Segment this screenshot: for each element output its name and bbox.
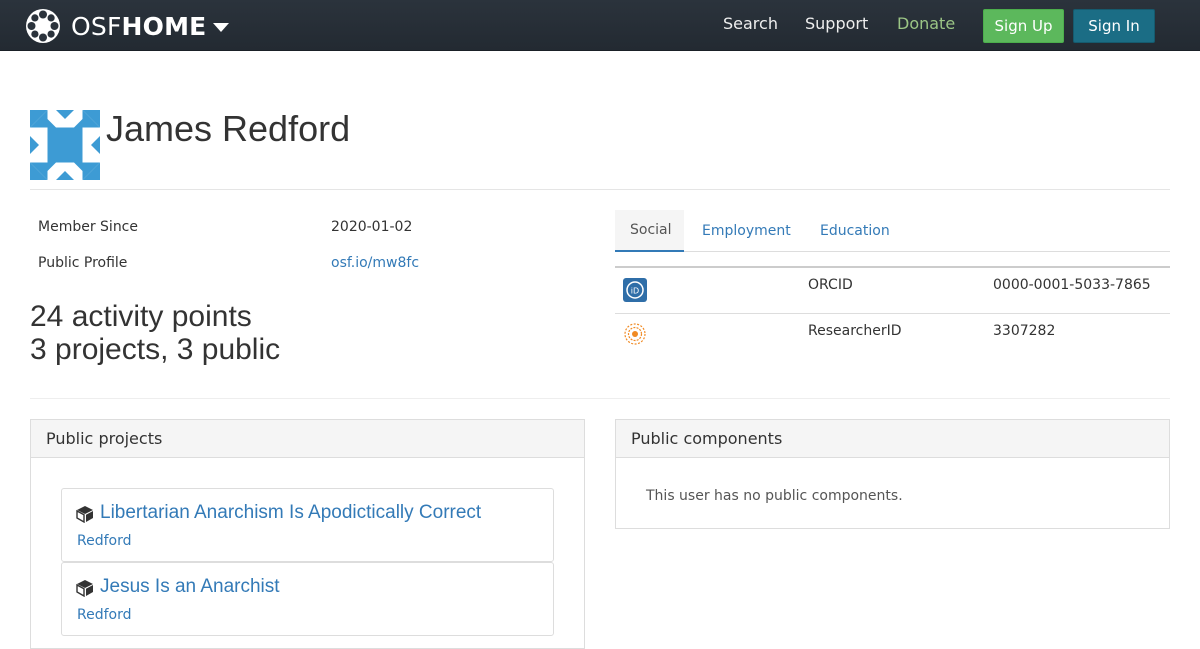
project-title-link[interactable]: Jesus Is an Anarchist	[100, 576, 280, 598]
public-components-panel: Public components This user has no publi…	[615, 419, 1170, 529]
section-divider	[30, 398, 1170, 399]
project-card: Jesus Is an Anarchist Redford	[61, 562, 554, 636]
project-card: Libertarian Anarchism Is Apodictically C…	[61, 488, 554, 562]
sign-up-button[interactable]: Sign Up	[983, 9, 1064, 43]
public-projects-heading: Public projects	[31, 420, 584, 458]
social-row-divider	[615, 313, 1170, 314]
member-since-label: Member Since	[38, 219, 138, 235]
svg-text:iD: iD	[631, 287, 639, 296]
tab-education[interactable]: Education	[805, 210, 905, 252]
social-name-orcid: ORCID	[808, 277, 853, 293]
nav-search-link[interactable]: Search	[723, 14, 778, 33]
osf-home-brand[interactable]: OSFHOME	[25, 8, 230, 44]
activity-points: 24 activity points	[30, 300, 252, 333]
caret-down-icon	[213, 23, 230, 32]
header-divider	[30, 189, 1170, 190]
nav-support-link[interactable]: Support	[805, 14, 868, 33]
public-components-heading: Public components	[616, 420, 1169, 458]
profile-tabs: Social Employment Education	[615, 210, 1170, 252]
tab-social[interactable]: Social	[615, 210, 684, 252]
public-profile-label: Public Profile	[38, 255, 128, 271]
sign-in-button[interactable]: Sign In	[1073, 9, 1155, 43]
researcherid-icon	[624, 323, 646, 345]
social-table-top-border	[615, 266, 1170, 268]
public-profile-link[interactable]: osf.io/mw8fc	[331, 255, 419, 271]
tab-employment[interactable]: Employment	[687, 210, 806, 252]
cube-icon	[76, 580, 93, 597]
nav-donate-link[interactable]: Donate	[897, 14, 955, 33]
public-projects-panel: Public projects Libertarian Anarchism Is…	[30, 419, 585, 649]
member-since-value: 2020-01-02	[331, 219, 413, 235]
orcid-icon: iD	[623, 278, 647, 302]
osf-logo-icon	[26, 9, 60, 43]
cube-icon	[76, 506, 93, 523]
user-name: James Redford	[106, 108, 351, 149]
social-value-researcherid[interactable]: 3307282	[993, 323, 1055, 339]
top-navbar: OSFHOME Search Support Donate Sign Up Si…	[0, 0, 1200, 51]
social-value-orcid[interactable]: 0000-0001-5033-7865	[993, 277, 1151, 293]
project-title-link[interactable]: Libertarian Anarchism Is Apodictically C…	[100, 502, 481, 524]
brand-text: OSFHOME	[71, 11, 207, 41]
project-author-link[interactable]: Redford	[77, 533, 132, 549]
project-author-link[interactable]: Redford	[77, 607, 132, 623]
social-name-researcherid: ResearcherID	[808, 323, 902, 339]
no-components-message: This user has no public components.	[646, 488, 903, 504]
projects-summary: 3 projects, 3 public	[30, 333, 281, 366]
avatar	[30, 110, 100, 180]
